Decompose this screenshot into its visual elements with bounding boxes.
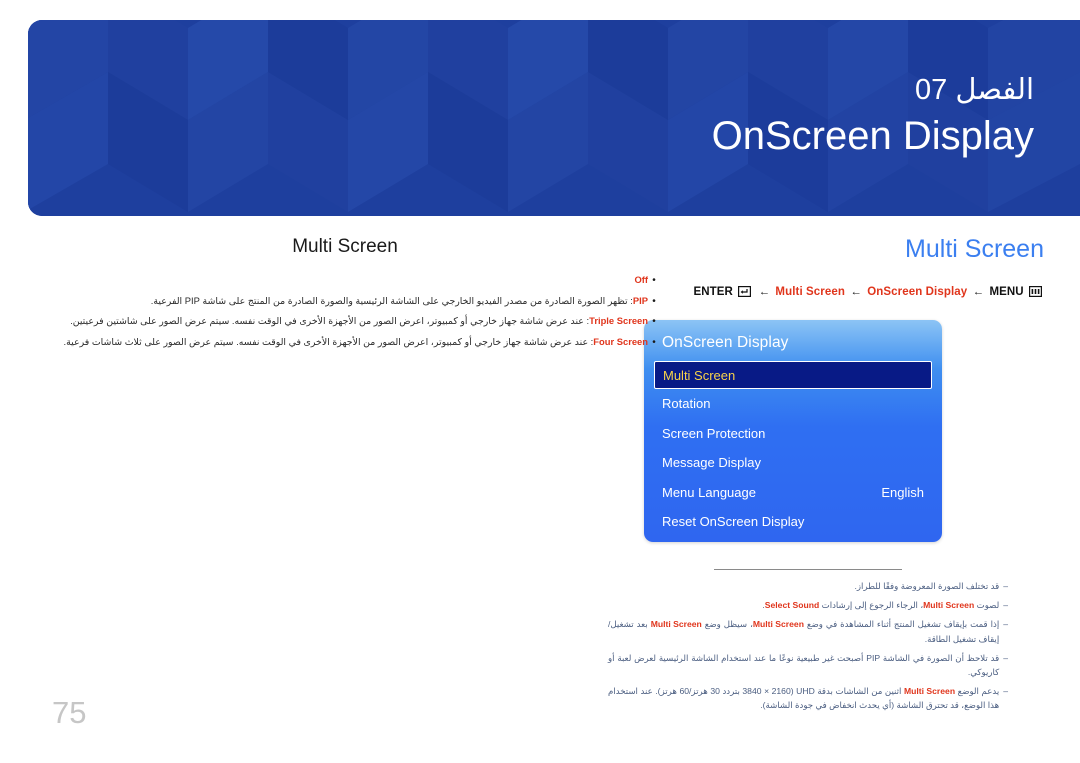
chapter-banner: الفصل 07 OnScreen Display xyxy=(28,20,1080,216)
bullet-dot: • xyxy=(652,275,656,286)
left-column: Multi Screen • Off • PIP: تظهر الصورة ال… xyxy=(30,224,660,354)
osd-item-label: Menu Language xyxy=(662,484,756,500)
osd-item-label: Multi Screen xyxy=(663,367,736,383)
note-item: ‒ قد تلاحظ أن الصورة في الشاشة PIP أصبحت… xyxy=(608,651,1008,679)
note-text: قد تلاحظ أن الصورة في الشاشة PIP أصبحت غ… xyxy=(608,652,1000,677)
note-text: قد تختلف الصورة المعروضة وفقًا للطراز. xyxy=(854,581,1000,591)
note-item: ‒ إذا قمت بإيقاف تشغيل المنتج أثناء المش… xyxy=(608,617,1008,645)
note-prefix: لصوت xyxy=(974,600,1000,611)
osd-item-screen-protection[interactable]: Screen Protection xyxy=(644,419,942,449)
page-content: Multi Screen ENTER ← Multi Screen ← OnSc… xyxy=(0,216,1080,763)
section-title-left: Multi Screen xyxy=(292,236,398,257)
bullet-text: Off xyxy=(634,272,648,290)
note-bold-term: Multi Screen xyxy=(903,686,956,697)
osd-item-value: English xyxy=(881,484,924,500)
note-text: إذا قمت بإيقاف تشغيل المنتج أثناء المشاه… xyxy=(608,617,999,645)
options-bullet-list: • Off • PIP: تظهر الصورة الصادرة من مصدر… xyxy=(30,272,660,351)
note-prefix: إذا قمت بإيقاف تشغيل المنتج أثناء المشاه… xyxy=(803,619,1000,630)
bullet-item-pip: • PIP: تظهر الصورة الصادرة من مصدر الفيد… xyxy=(30,293,660,311)
breadcrumb-arrow-3: ← xyxy=(972,286,985,298)
banner-text-block: الفصل 07 OnScreen Display xyxy=(712,72,1034,162)
note-dash: ‒ xyxy=(1003,619,1008,630)
notes-divider xyxy=(714,569,902,570)
chapter-label: الفصل 07 xyxy=(915,74,1034,106)
bullet-item-four-screen: • Four Screen: عند عرض شاشة جهاز خارجي أ… xyxy=(30,334,660,352)
bullet-dot: • xyxy=(652,295,656,307)
osd-item-multi-screen[interactable]: Multi Screen xyxy=(654,361,932,389)
note-bold-term: Select Sound xyxy=(764,600,820,611)
bullet-term: Triple Screen xyxy=(589,315,648,326)
bullet-item-triple-screen: • Triple Screen: عند عرض شاشة جهاز خارجي… xyxy=(30,313,660,331)
breadcrumb-arrow-1: ← xyxy=(758,286,771,298)
menu-grid-icon xyxy=(1029,286,1043,300)
bullet-text: PIP: تظهر الصورة الصادرة من مصدر الفيديو… xyxy=(30,293,648,311)
breadcrumb-arrow-2: ← xyxy=(850,286,862,298)
note-middle: ، سيظل وضع xyxy=(701,619,753,630)
bullet-text: Four Screen: عند عرض شاشة جهاز خارجي أو … xyxy=(30,334,648,352)
right-column: Multi Screen ENTER ← Multi Screen ← OnSc… xyxy=(608,224,1044,710)
bullet-dot: • xyxy=(652,316,656,327)
note-text: يدعم الوضع Multi Screen اثنين من الشاشات… xyxy=(608,684,999,712)
note-bold-term: Multi Screen xyxy=(650,619,702,630)
osd-menu-list: Multi Screen Rotation Screen Protection … xyxy=(644,361,942,537)
osd-item-label: Reset OnScreen Display xyxy=(662,514,805,530)
note-item: ‒ يدعم الوضع Multi Screen اثنين من الشاش… xyxy=(608,684,1008,712)
note-bold-term: Multi Screen xyxy=(752,619,804,630)
breadcrumb: ENTER ← Multi Screen ← OnScreen Display … xyxy=(644,286,1044,300)
bullet-term: Off xyxy=(634,274,648,285)
bullet-term: Four Screen xyxy=(593,335,648,347)
note-dash: ‒ xyxy=(1003,600,1008,611)
osd-item-reset-onscreen-display[interactable]: Reset OnScreen Display xyxy=(644,507,942,537)
section-title-right: Multi Screen xyxy=(905,235,1044,263)
note-text: لصوت Multi Screen، الرجاء الرجوع إلى إرش… xyxy=(608,598,999,612)
note-item: ‒ قد تختلف الصورة المعروضة وفقًا للطراز. xyxy=(608,579,1008,593)
notes-section: ‒ قد تختلف الصورة المعروضة وفقًا للطراز.… xyxy=(608,569,1008,717)
breadcrumb-menu-label: MENU xyxy=(989,286,1024,298)
osd-item-label: Screen Protection xyxy=(662,425,766,441)
bullet-dot: • xyxy=(652,336,656,348)
bullet-text: Triple Screen: عند عرض شاشة جهاز خارجي أ… xyxy=(30,313,648,331)
note-dash: ‒ xyxy=(1003,581,1008,591)
bullet-description: : عند عرض شاشة جهاز خارجي أو كمبيوتر، اع… xyxy=(63,335,594,347)
osd-item-rotation[interactable]: Rotation xyxy=(644,389,942,419)
osd-item-label: Rotation xyxy=(662,396,711,412)
breadcrumb-step-onscreen-display: OnScreen Display xyxy=(867,286,968,298)
breadcrumb-step-multi-screen: Multi Screen xyxy=(775,286,845,298)
osd-item-label: Message Display xyxy=(662,455,761,471)
enter-key-icon xyxy=(738,286,752,300)
bullet-term: PIP xyxy=(632,294,648,306)
note-dash: ‒ xyxy=(1003,686,1008,697)
chapter-title: OnScreen Display xyxy=(711,114,1034,159)
osd-menu-panel[interactable]: OnScreen Display Multi Screen Rotation S… xyxy=(644,320,942,542)
bullet-description: : عند عرض شاشة جهاز خارجي أو كمبيوتر، اع… xyxy=(70,315,590,326)
note-prefix: يدعم الوضع xyxy=(955,686,1000,697)
bullet-item-off: • Off xyxy=(30,272,660,290)
note-item: ‒ لصوت Multi Screen، الرجاء الرجوع إلى إ… xyxy=(608,598,1008,612)
note-dash: ‒ xyxy=(1003,652,1008,663)
osd-item-menu-language[interactable]: Menu Language English xyxy=(644,478,942,508)
osd-panel-title: OnScreen Display xyxy=(662,334,789,351)
note-bold-term: Multi Screen xyxy=(923,600,975,611)
note-middle: ، الرجاء الرجوع إلى إرشادات xyxy=(819,600,924,611)
breadcrumb-enter-label: ENTER xyxy=(693,286,733,298)
bullet-description: : تظهر الصورة الصادرة من مصدر الفيديو ال… xyxy=(150,294,633,306)
osd-item-message-display[interactable]: Message Display xyxy=(644,448,942,478)
page-number: 75 xyxy=(52,695,87,730)
